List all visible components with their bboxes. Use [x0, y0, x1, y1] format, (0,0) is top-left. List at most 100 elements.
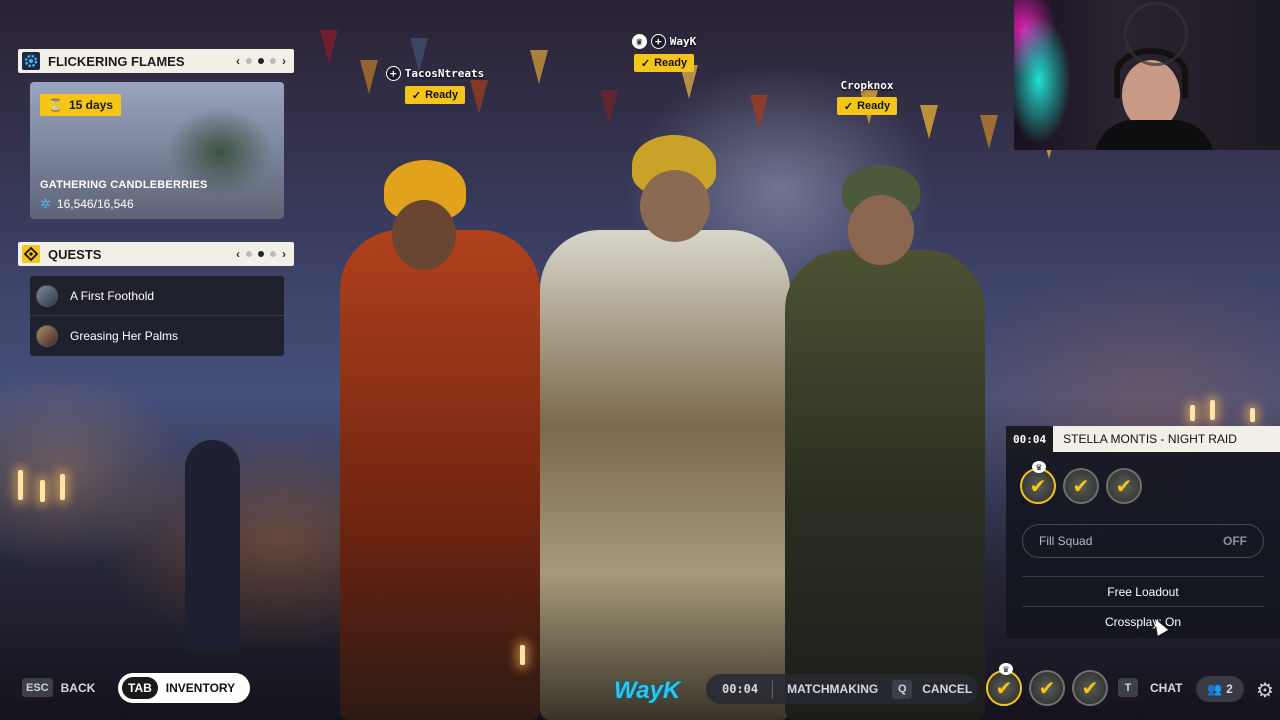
squad-slot[interactable]: ✔ [1063, 468, 1099, 504]
candle [40, 480, 45, 502]
friends-count: 2 [1226, 682, 1233, 696]
ready-badge: ✓ Ready [633, 54, 695, 72]
crown-icon: ♛ [631, 34, 647, 49]
t-key: T [1118, 678, 1138, 697]
quests-pager: ‹ › [236, 247, 286, 261]
player-tag-tacosntreats: + TacosNtreats ✓ Ready [380, 66, 490, 104]
fill-squad-toggle[interactable]: Fill Squad OFF [1022, 524, 1264, 558]
gear-badge-icon [22, 52, 40, 70]
cancel-button[interactable]: Q CANCEL [892, 679, 973, 699]
squad-timer: 00:04 [1006, 426, 1054, 452]
pager-next-arrow[interactable]: › [282, 247, 286, 261]
quest-list: A First Foothold Greasing Her Palms [30, 276, 284, 356]
friends-button[interactable]: 👥 2 [1196, 676, 1244, 702]
quest-item[interactable]: Greasing Her Palms [30, 316, 284, 356]
check-icon: ✓ [411, 89, 422, 102]
loadout-check-icon: ✔ [995, 677, 1013, 700]
matchmaking-label: MATCHMAKING [787, 682, 879, 696]
character-left [340, 230, 540, 720]
quest-label: Greasing Her Palms [70, 329, 179, 343]
event-panel-header: FLICKERING FLAMES ‹ › [18, 49, 294, 73]
pager-dot [246, 251, 252, 257]
gear-icon: ✲ [40, 196, 51, 211]
q-key: Q [892, 679, 913, 699]
hourglass-icon: ⏳ [48, 98, 63, 112]
loadout-check-icon: ✔ [1115, 475, 1133, 498]
crown-icon: ♛ [1032, 461, 1046, 473]
quests-title: QUESTS [48, 246, 102, 262]
player-name: TacosNtreats [404, 67, 485, 80]
candle [18, 470, 23, 500]
event-card[interactable]: ⏳ 15 days GATHERING CANDLEBERRIES ✲ 16,5… [30, 82, 284, 219]
pager-dot-active [258, 251, 264, 257]
back-label: BACK [60, 680, 96, 695]
crossplay-toggle[interactable]: Crossplay: On [1022, 606, 1264, 636]
crown-icon: ♛ [999, 663, 1013, 675]
squad-slot[interactable]: ✔ [1029, 670, 1065, 706]
quest-diamond-icon [22, 245, 40, 263]
background-figure [185, 440, 240, 650]
loadout-check-icon: ✔ [1038, 677, 1056, 700]
squad-panel: ♛ ✔ ✔ ✔ Fill Squad OFF Free Loadout Cros… [1006, 452, 1280, 638]
quest-giver-avatar [36, 284, 58, 307]
webcam-person-body [1094, 120, 1214, 150]
loadout-check-icon: ✔ [1029, 475, 1047, 498]
check-icon: ✓ [640, 57, 651, 70]
squad-slot[interactable]: ✔ [1106, 468, 1142, 504]
back-button[interactable]: ESC BACK [22, 678, 95, 697]
free-loadout-button[interactable]: Free Loadout [1022, 576, 1264, 606]
pager-next-arrow[interactable]: › [282, 54, 286, 68]
wall-emblem-icon [1124, 2, 1188, 66]
streamer-name-overlay: WayK [614, 677, 681, 704]
character-center-head [640, 170, 710, 242]
matchmaking-status: 00:04 MATCHMAKING Q CANCEL [706, 674, 978, 704]
event-title: FLICKERING FLAMES [48, 53, 185, 69]
squad-panel-header: 00:04 STELLA MONTIS - NIGHT RAID [1006, 426, 1280, 452]
player-tag-wayk: ♛ + WayK ✓ Ready [622, 34, 706, 72]
quests-panel-header: QUESTS ‹ › [18, 242, 294, 266]
candle [1210, 400, 1215, 420]
candle [60, 474, 65, 500]
chat-label: CHAT [1150, 680, 1183, 695]
matchmaking-timer: 00:04 [706, 680, 774, 698]
pager-prev-arrow[interactable]: ‹ [236, 54, 240, 68]
loadout-check-icon: ✔ [1072, 475, 1090, 498]
pager-prev-arrow[interactable]: ‹ [236, 247, 240, 261]
chat-button[interactable]: T CHAT [1118, 678, 1182, 697]
character-right-head [848, 195, 914, 265]
pager-dot [270, 58, 276, 64]
player-tag-cropknox: Cropknox ✓ Ready [832, 79, 902, 115]
pager-dot-active [258, 58, 264, 64]
candle [1190, 405, 1195, 421]
player-name: Cropknox [840, 79, 894, 92]
mission-title: STELLA MONTIS - NIGHT RAID [1063, 432, 1237, 446]
quest-giver-avatar [36, 325, 58, 347]
esc-key: ESC [22, 678, 53, 697]
squad-slot[interactable]: ✔ [1072, 670, 1108, 706]
fill-squad-value: OFF [1223, 534, 1247, 548]
character-left-head [392, 200, 456, 270]
squad-slot-host[interactable]: ♛ ✔ [1020, 461, 1056, 504]
friends-icon: 👥 [1207, 682, 1223, 696]
cancel-label: CANCEL [922, 682, 973, 696]
ready-badge: ✓ Ready [836, 97, 898, 115]
squad-slot-host[interactable]: ♛ ✔ [986, 663, 1022, 706]
inventory-label: INVENTORY [165, 681, 236, 695]
settings-gear-icon[interactable]: ⚙ [1256, 678, 1274, 703]
inventory-button[interactable]: TAB INVENTORY [118, 673, 250, 703]
pager-dot [246, 58, 252, 64]
quest-item[interactable]: A First Foothold [30, 276, 284, 316]
character-right [785, 250, 985, 720]
player-name: WayK [669, 35, 697, 48]
event-pager: ‹ › [236, 54, 286, 68]
streamer-webcam [1014, 0, 1280, 150]
ready-badge: ✓ Ready [404, 86, 466, 104]
event-card-title: GATHERING CANDLEBERRIES [40, 179, 208, 191]
plus-circle-icon[interactable]: + [650, 34, 666, 49]
plus-circle-icon[interactable]: + [385, 66, 401, 81]
tab-key: TAB [122, 677, 158, 699]
quest-label: A First Foothold [70, 288, 155, 303]
days-remaining-badge: ⏳ 15 days [40, 94, 121, 116]
pager-dot [270, 251, 276, 257]
character-center [540, 230, 790, 720]
